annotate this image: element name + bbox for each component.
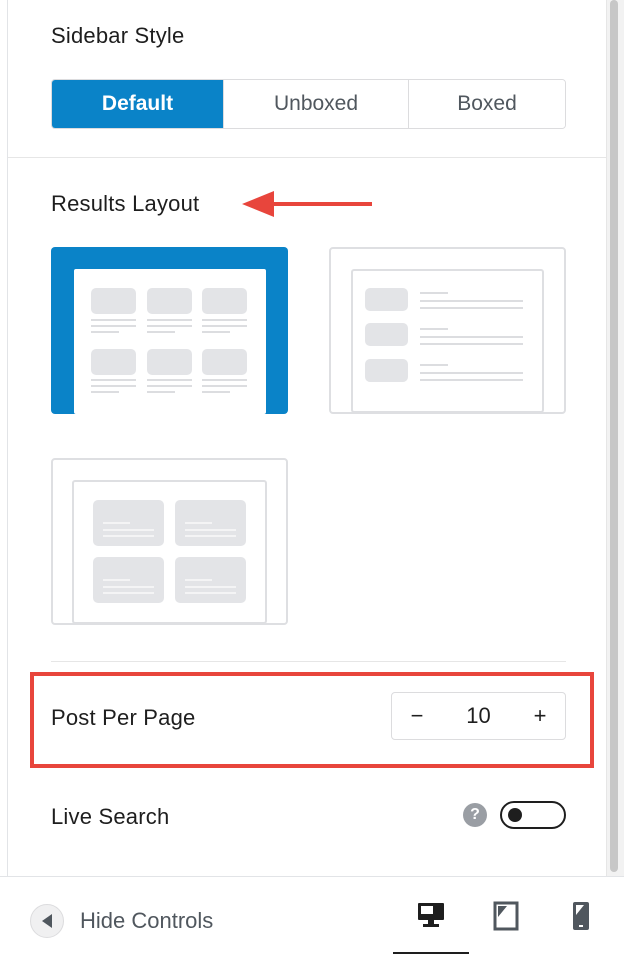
desktop-preview-button[interactable] bbox=[393, 877, 469, 954]
annotation-arrow-icon bbox=[242, 191, 372, 217]
collapse-left-icon bbox=[30, 904, 64, 938]
increment-button[interactable]: + bbox=[515, 693, 565, 739]
sidebar-style-control: Default Unboxed Boxed bbox=[51, 79, 566, 129]
post-per-page-input[interactable]: 10 bbox=[442, 703, 515, 729]
sidebar-style-boxed-button[interactable]: Boxed bbox=[409, 80, 565, 128]
hide-controls-button[interactable]: Hide Controls bbox=[30, 904, 213, 938]
divider bbox=[8, 157, 606, 158]
mobile-icon bbox=[573, 902, 589, 930]
tablet-preview-button[interactable] bbox=[468, 877, 544, 954]
decrement-button[interactable]: − bbox=[392, 693, 442, 739]
toggle-knob bbox=[508, 808, 522, 822]
list-layout-icon bbox=[351, 269, 544, 413]
live-search-label: Live Search bbox=[51, 804, 170, 829]
post-per-page-label: Post Per Page bbox=[51, 705, 196, 730]
desktop-icon bbox=[418, 902, 444, 927]
divider bbox=[51, 661, 566, 662]
help-icon[interactable]: ? bbox=[463, 803, 487, 827]
sidebar-style-default-button[interactable]: Default bbox=[52, 80, 224, 128]
live-search-toggle[interactable] bbox=[500, 801, 566, 829]
controls-panel: Sidebar Style Default Unboxed Boxed Resu… bbox=[0, 0, 624, 954]
layout-option-list[interactable] bbox=[329, 247, 566, 414]
two-column-layout-icon bbox=[72, 480, 267, 624]
sidebar-style-label: Sidebar Style bbox=[51, 23, 185, 48]
grid-layout-icon bbox=[74, 269, 266, 414]
tablet-icon bbox=[493, 901, 519, 931]
results-layout-label: Results Layout bbox=[51, 191, 200, 216]
layout-option-grid[interactable] bbox=[51, 247, 288, 414]
sidebar-style-unboxed-button[interactable]: Unboxed bbox=[224, 80, 409, 128]
hide-controls-label: Hide Controls bbox=[80, 908, 214, 933]
footer-bar: Hide Controls bbox=[0, 876, 624, 954]
layout-option-grid-2-columns[interactable] bbox=[51, 458, 288, 625]
scrollbar-thumb[interactable] bbox=[610, 0, 618, 872]
mobile-preview-button[interactable] bbox=[543, 877, 619, 954]
panel-border bbox=[7, 0, 8, 876]
post-per-page-stepper: − 10 + bbox=[391, 692, 566, 740]
